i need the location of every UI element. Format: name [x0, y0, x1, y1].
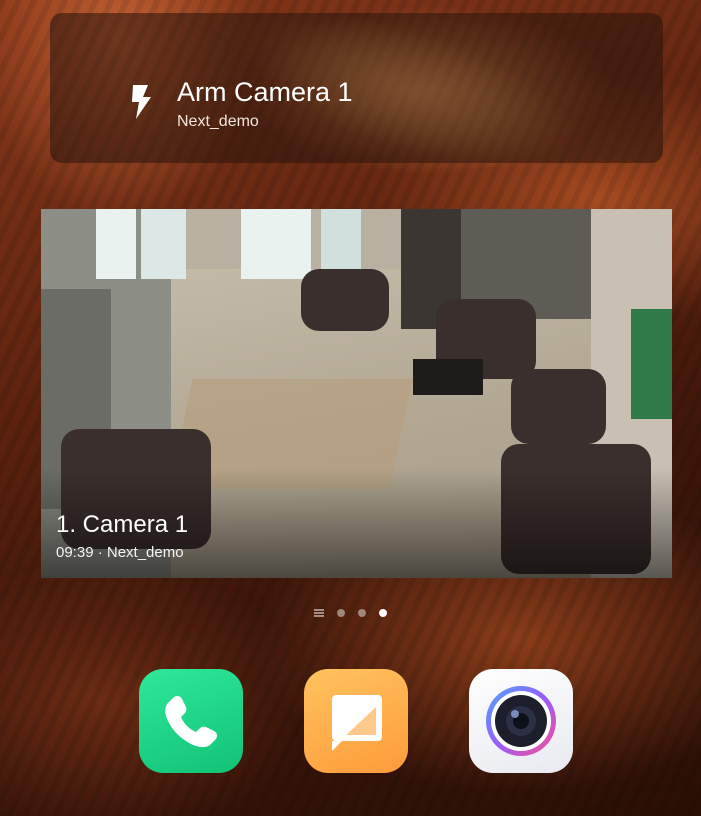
phone-app[interactable]: [139, 669, 243, 773]
feed-armchair: [301, 269, 389, 331]
arm-camera-shortcut-widget[interactable]: Arm Camera 1 Next_demo: [50, 13, 663, 163]
widget-title: Arm Camera 1: [177, 77, 353, 107]
page-indicator[interactable]: [314, 607, 387, 619]
camera-app[interactable]: [469, 669, 573, 773]
phone-icon: [165, 696, 217, 748]
lightning-bolt-icon: [132, 85, 151, 119]
camera-feed-widget[interactable]: 1. Camera 1 09:39 · Next_demo: [41, 209, 672, 578]
feed-window: [96, 209, 136, 279]
page-dot-active: [379, 609, 387, 617]
feed-green-panel: [631, 309, 672, 419]
menu-lines-icon: [314, 609, 324, 617]
feed-armchair: [511, 369, 606, 444]
feed-window: [141, 209, 186, 279]
messages-app[interactable]: [304, 669, 408, 773]
messages-icon: [332, 695, 382, 751]
camera-info: 09:39 · Next_demo: [56, 544, 184, 561]
camera-icon: [486, 686, 556, 756]
feed-window: [241, 209, 311, 279]
widget-subtitle: Next_demo: [177, 113, 259, 130]
feed-coffee-table: [413, 359, 483, 395]
camera-name: 1. Camera 1: [56, 511, 189, 538]
page-dot: [337, 609, 345, 617]
page-dot: [358, 609, 366, 617]
